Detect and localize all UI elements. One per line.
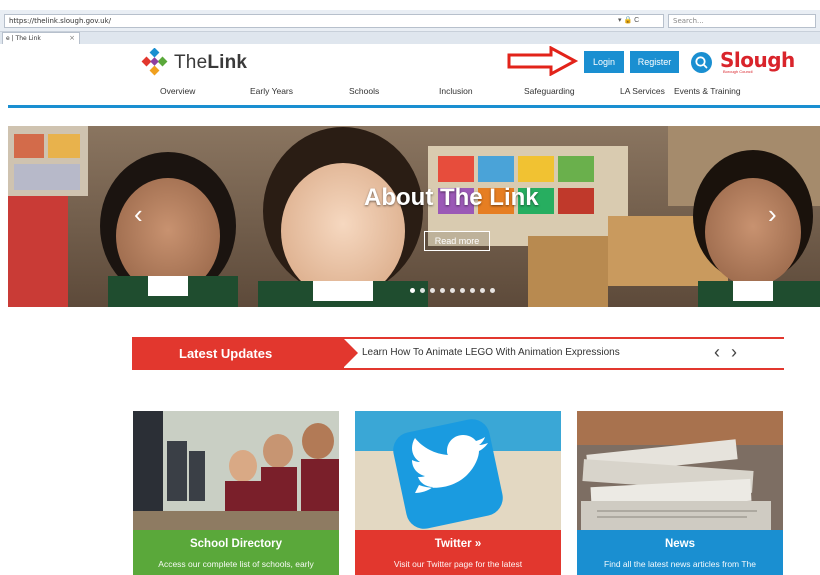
browser-tab[interactable]: e | The Link ×: [2, 32, 80, 44]
main-nav: Overview Early Years Schools Inclusion S…: [8, 86, 820, 104]
tab-title: e | The Link: [6, 35, 41, 42]
search-button[interactable]: [691, 52, 712, 73]
annotation-arrow-icon: [507, 46, 579, 76]
nav-item-inclusion[interactable]: Inclusion: [439, 86, 473, 96]
updates-next-icon[interactable]: ›: [731, 342, 737, 363]
thelink-logo[interactable]: TheLink: [140, 46, 250, 76]
carousel-next-icon[interactable]: ›: [768, 201, 777, 227]
logo-text: TheLink: [174, 52, 247, 74]
school-directory-image: [133, 411, 339, 530]
latest-updates-label-tip: [344, 339, 358, 367]
carousel-dot[interactable]: [460, 288, 465, 293]
carousel-dot[interactable]: [450, 288, 455, 293]
carousel-dot[interactable]: [480, 288, 485, 293]
card-description: Visit our Twitter page for the latest: [393, 559, 523, 569]
carousel-dot[interactable]: [410, 288, 415, 293]
card-title: News: [664, 538, 696, 550]
latest-update-headline[interactable]: Learn How To Animate LEGO With Animation…: [362, 347, 620, 358]
card-news-body: News Find all the latest news articles f…: [577, 530, 783, 575]
logo-text-bold: Link: [207, 52, 248, 73]
nav-divider: [8, 105, 820, 108]
card-title: Twitter »: [434, 538, 482, 550]
nav-item-la-services[interactable]: LA Services: [620, 86, 665, 96]
hero-carousel: About The Link Read more ‹ ›: [8, 126, 820, 307]
search-icon: [695, 56, 708, 69]
news-image: [577, 411, 783, 530]
latest-updates-bar: Latest Updates Learn How To Animate LEGO…: [132, 337, 784, 370]
logo-mark-icon: [141, 48, 168, 76]
card-school-directory-body: School Directory Access our complete lis…: [133, 530, 339, 575]
carousel-dot[interactable]: [440, 288, 445, 293]
tab-strip: e | The Link ×: [0, 32, 820, 44]
hero-image: [8, 126, 820, 307]
hero-title: About The Link: [364, 184, 539, 211]
nav-item-schools[interactable]: Schools: [349, 86, 379, 96]
read-more-button[interactable]: Read more: [424, 231, 490, 251]
browser-toolbar: https://thelink.slough.gov.uk/ ▾ 🔒 C Sea…: [0, 10, 820, 32]
logo-text-light: The: [174, 52, 208, 73]
card-title: School Directory: [189, 538, 283, 550]
slough-logo-subtitle: Borough Council: [723, 69, 753, 74]
card-school-directory[interactable]: School Directory Access our complete lis…: [133, 411, 339, 575]
carousel-dot[interactable]: [430, 288, 435, 293]
card-twitter-body: Twitter » Visit our Twitter page for the…: [355, 530, 561, 575]
login-button[interactable]: Login: [584, 51, 624, 73]
card-twitter[interactable]: Twitter » Visit our Twitter page for the…: [355, 411, 561, 575]
card-description: Find all the latest news articles from T…: [604, 559, 756, 569]
close-icon[interactable]: ×: [69, 34, 75, 42]
card-news[interactable]: News Find all the latest news articles f…: [577, 411, 783, 575]
latest-updates-label: Latest Updates: [132, 339, 344, 368]
nav-item-safeguarding[interactable]: Safeguarding: [524, 86, 575, 96]
carousel-dot[interactable]: [420, 288, 425, 293]
nav-item-overview[interactable]: Overview: [160, 86, 195, 96]
twitter-image: [355, 411, 561, 530]
address-bar-controls[interactable]: ▾ 🔒 C: [618, 16, 639, 24]
nav-item-early-years[interactable]: Early Years: [250, 86, 293, 96]
carousel-dots: [410, 288, 510, 294]
address-bar[interactable]: https://thelink.slough.gov.uk/: [4, 14, 664, 28]
register-button[interactable]: Register: [630, 51, 679, 73]
carousel-dot[interactable]: [490, 288, 495, 293]
nav-item-events-training[interactable]: Events & Training: [674, 86, 741, 96]
card-description: Access our complete list of schools, ear…: [158, 559, 314, 569]
updates-prev-icon[interactable]: ‹: [714, 342, 720, 363]
carousel-dot[interactable]: [470, 288, 475, 293]
browser-search-input[interactable]: Search...: [668, 14, 816, 28]
carousel-prev-icon[interactable]: ‹: [134, 201, 143, 227]
